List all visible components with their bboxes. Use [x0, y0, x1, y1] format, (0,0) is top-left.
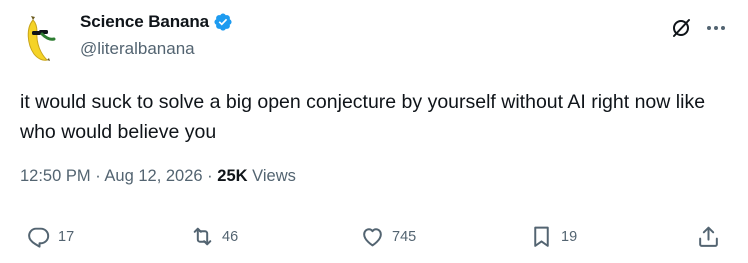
action-bar: 17 46 745 19	[0, 224, 748, 256]
like-icon	[363, 228, 382, 247]
verified-badge-icon[interactable]	[213, 12, 233, 32]
share-icon	[699, 226, 718, 247]
grok-icon[interactable]	[670, 17, 692, 39]
views-count[interactable]: 25K	[217, 167, 247, 185]
tweet-meta: 12:50 PM · Aug 12, 2026 · 25K Views	[20, 167, 296, 186]
like-button[interactable]: 745	[360, 224, 416, 249]
meta-separator: ·	[207, 167, 213, 185]
more-icon[interactable]	[705, 24, 727, 32]
meta-separator: ·	[95, 167, 101, 185]
views-label: Views	[252, 167, 296, 185]
repost-button[interactable]: 46	[190, 224, 238, 249]
repost-icon	[193, 227, 212, 246]
tweet-date[interactable]: Aug 12, 2026	[104, 167, 202, 185]
bookmark-count: 19	[561, 228, 578, 245]
tweet-text: it would suck to solve a big open conjec…	[20, 91, 706, 143]
reply-button[interactable]: 17	[26, 224, 74, 249]
repost-count: 46	[222, 228, 239, 245]
reply-icon	[28, 227, 50, 248]
author-display-name[interactable]: Science Banana	[80, 12, 209, 32]
reply-count: 17	[58, 228, 75, 245]
tweet-time[interactable]: 12:50 PM	[20, 167, 91, 185]
bookmark-icon	[534, 226, 549, 247]
share-button[interactable]	[696, 224, 721, 249]
like-count: 745	[392, 228, 417, 245]
bookmark-button[interactable]: 19	[529, 224, 577, 249]
author-handle[interactable]: @literalbanana	[80, 39, 195, 59]
avatar[interactable]	[20, 14, 64, 62]
author-name-row: Science Banana	[80, 12, 233, 32]
